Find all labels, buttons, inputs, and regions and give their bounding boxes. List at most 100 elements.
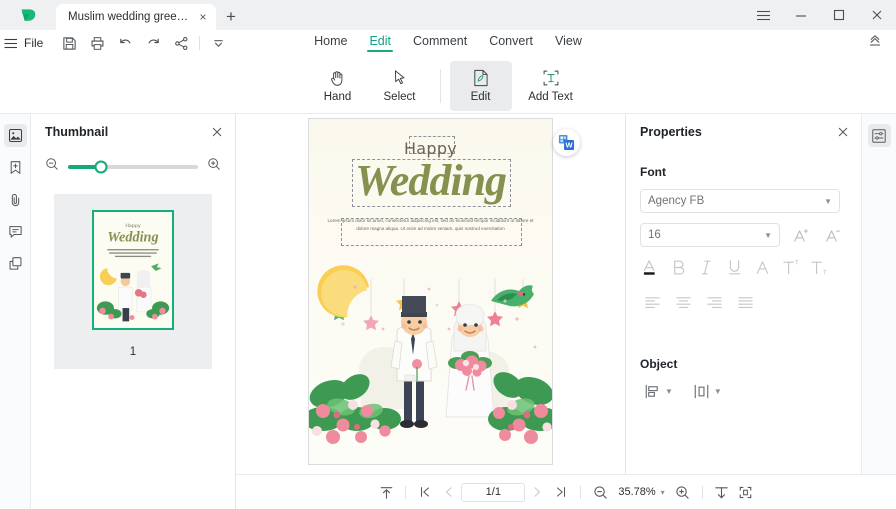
undo-icon[interactable]	[111, 31, 139, 55]
attachment-paperclip-icon[interactable]	[4, 188, 27, 211]
previous-page-icon[interactable]	[437, 481, 461, 503]
close-icon	[872, 10, 882, 20]
word-badge-glyph: W	[558, 134, 575, 151]
svg-text:T: T	[823, 270, 827, 277]
undo-glyph	[120, 38, 131, 43]
strikethrough-icon[interactable]	[752, 257, 773, 278]
new-tab-button[interactable]: +	[216, 4, 246, 30]
minimize-button[interactable]	[782, 0, 820, 30]
close-icon[interactable]	[209, 124, 225, 140]
align-center-icon[interactable]	[673, 292, 694, 313]
bold-icon[interactable]	[668, 257, 689, 278]
text-format-row: T T	[626, 247, 861, 278]
zoom-level-select[interactable]: 35.78% ▾	[612, 483, 670, 502]
tool-select[interactable]: Select	[369, 61, 431, 111]
fit-width-icon[interactable]	[710, 481, 734, 503]
share-icon[interactable]	[167, 31, 195, 55]
object-section-label: Object	[640, 357, 678, 371]
underline-icon[interactable]	[724, 257, 745, 278]
thumbnail-item-1[interactable]: Happy Wedding 1	[54, 194, 212, 369]
collapse-ribbon-icon[interactable]	[868, 34, 882, 53]
thumbnail-panel-icon[interactable]	[3, 124, 27, 147]
bookmark-add-icon[interactable]	[4, 156, 27, 179]
distribute-objects-button[interactable]: ▼	[693, 383, 722, 400]
next-page-glyph	[534, 487, 541, 497]
edit-page-icon	[473, 69, 488, 87]
zoom-out-icon[interactable]	[588, 481, 612, 503]
font-size-value: 16	[648, 229, 661, 241]
font-family-select[interactable]: Agency FB ▼	[640, 189, 840, 213]
print-icon[interactable]	[83, 31, 111, 55]
scroll-to-top-icon[interactable]	[374, 481, 398, 503]
align-left-icon[interactable]	[642, 292, 663, 313]
document-page[interactable]: Happy Wedding Lorem ipsum dolor sit amet…	[308, 118, 553, 465]
tab-convert[interactable]: Convert	[489, 34, 533, 52]
align-right-glyph	[707, 297, 722, 308]
font-size-select[interactable]: 16 ▼	[640, 223, 780, 247]
italic-icon[interactable]	[696, 257, 717, 278]
tool-edit[interactable]: Edit	[449, 60, 512, 111]
properties-panel-icon[interactable]	[867, 124, 891, 147]
svg-text:Happy: Happy	[125, 223, 141, 229]
tool-hand[interactable]: Hand	[307, 61, 369, 111]
thumbnail-size-slider[interactable]	[68, 160, 198, 173]
document-tab[interactable]: Muslim wedding greetin... ×	[56, 4, 216, 30]
tab-view[interactable]: View	[555, 34, 582, 52]
superscript-icon[interactable]: T	[780, 257, 801, 278]
scroll-top-glyph	[380, 486, 393, 499]
svg-text:T: T	[795, 260, 799, 267]
thumbnail-list: Happy Wedding 1	[31, 176, 235, 369]
decrease-font-glyph	[825, 229, 840, 242]
bold-glyph	[674, 260, 685, 275]
collapse-glyph	[870, 35, 880, 46]
file-menu-button[interactable]: File	[24, 36, 43, 50]
align-right-icon[interactable]	[704, 292, 725, 313]
next-page-icon[interactable]	[525, 481, 549, 503]
slider-handle[interactable]	[94, 160, 107, 173]
close-icon[interactable]: ×	[196, 10, 210, 24]
align-justify-icon[interactable]	[735, 292, 756, 313]
tab-home[interactable]: Home	[314, 34, 347, 52]
chevron-down-icon: ▾	[660, 487, 665, 497]
hamburger-menu-icon[interactable]	[744, 0, 782, 30]
object-tools-row: ▼ ▼	[626, 371, 861, 400]
tab-comment[interactable]: Comment	[413, 34, 467, 52]
increase-font-size-icon[interactable]	[788, 223, 812, 247]
font-color-icon[interactable]	[640, 257, 661, 278]
status-divider	[580, 485, 582, 499]
more-options-icon[interactable]	[204, 31, 232, 55]
page-number-input[interactable]: 1/1	[461, 482, 526, 502]
document-heading-large[interactable]: Wedding	[355, 155, 507, 206]
fit-page-icon[interactable]	[734, 481, 758, 503]
prev-page-glyph	[446, 487, 452, 497]
redo-icon[interactable]	[139, 31, 167, 55]
align-objects-button[interactable]: ▼	[644, 383, 673, 400]
tab-edit[interactable]: Edit	[367, 34, 393, 52]
close-window-button[interactable]	[858, 0, 896, 30]
convert-to-word-icon[interactable]: W	[553, 129, 580, 156]
zoom-in-icon[interactable]	[671, 481, 695, 503]
tool-edit-label: Edit	[470, 91, 491, 103]
first-page-glyph	[421, 487, 430, 497]
font-family-row: Agency FB ▼	[626, 179, 861, 213]
font-color-glyph	[643, 260, 655, 275]
last-page-icon[interactable]	[549, 481, 573, 503]
tool-add-text[interactable]: Add Text	[512, 61, 590, 111]
subscript-icon[interactable]: T	[808, 257, 829, 278]
comment-bubble-icon[interactable]	[4, 220, 27, 243]
close-icon[interactable]	[835, 124, 851, 140]
chevron-down-icon: ▼	[824, 196, 832, 206]
maximize-button[interactable]	[820, 0, 858, 30]
main-menu-icon[interactable]	[0, 38, 22, 49]
document-body-text[interactable]: Lorem ipsum dolor sit amet, consectetur …	[323, 217, 538, 234]
decrease-font-size-icon[interactable]	[820, 223, 844, 247]
first-page-icon[interactable]	[413, 481, 437, 503]
layers-icon[interactable]	[4, 252, 27, 275]
paperclip-glyph	[11, 193, 19, 207]
fit-page-glyph	[739, 486, 752, 498]
cursor-arrow-icon	[394, 70, 405, 85]
zoom-in-icon[interactable]	[207, 157, 221, 176]
zoom-out-icon[interactable]	[45, 157, 59, 176]
save-icon[interactable]	[55, 31, 83, 55]
document-canvas[interactable]: Happy Wedding Lorem ipsum dolor sit amet…	[236, 114, 625, 474]
